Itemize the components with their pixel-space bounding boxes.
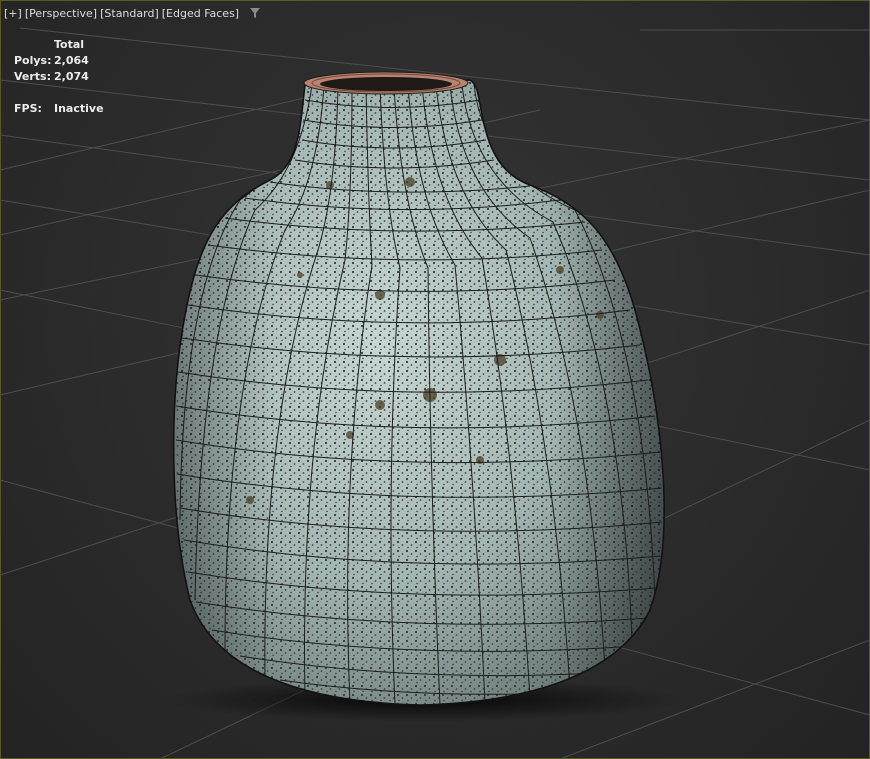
viewport-point-of-view-menu[interactable]: [Perspective] [25,7,97,20]
fps-value: Inactive [54,102,104,115]
funnel-icon[interactable] [249,7,261,19]
viewport-label-menu[interactable]: [+] [Perspective] [Standard] [Edged Face… [4,5,261,21]
fps-label: FPS: [14,102,42,115]
stats-total-header: Total [54,38,85,51]
viewport-display-mode-menu[interactable]: [Edged Faces] [162,7,239,20]
polys-value: 2,064 [54,54,89,67]
statistics-overlay: Total Polys: 2,064 Verts: 2,074 FPS: Inacti… [14,37,114,117]
perspective-viewport[interactable]: [+] [Perspective] [Standard] [Edged Face… [0,0,870,759]
viewport-scene[interactable] [0,0,870,759]
vase-mesh [172,71,665,706]
verts-value: 2,074 [54,70,89,83]
polys-label: Polys: [14,54,52,67]
verts-label: Verts: [14,70,52,83]
viewport-general-menu[interactable]: [+] [4,7,22,20]
viewport-shading-menu[interactable]: [Standard] [100,7,159,20]
